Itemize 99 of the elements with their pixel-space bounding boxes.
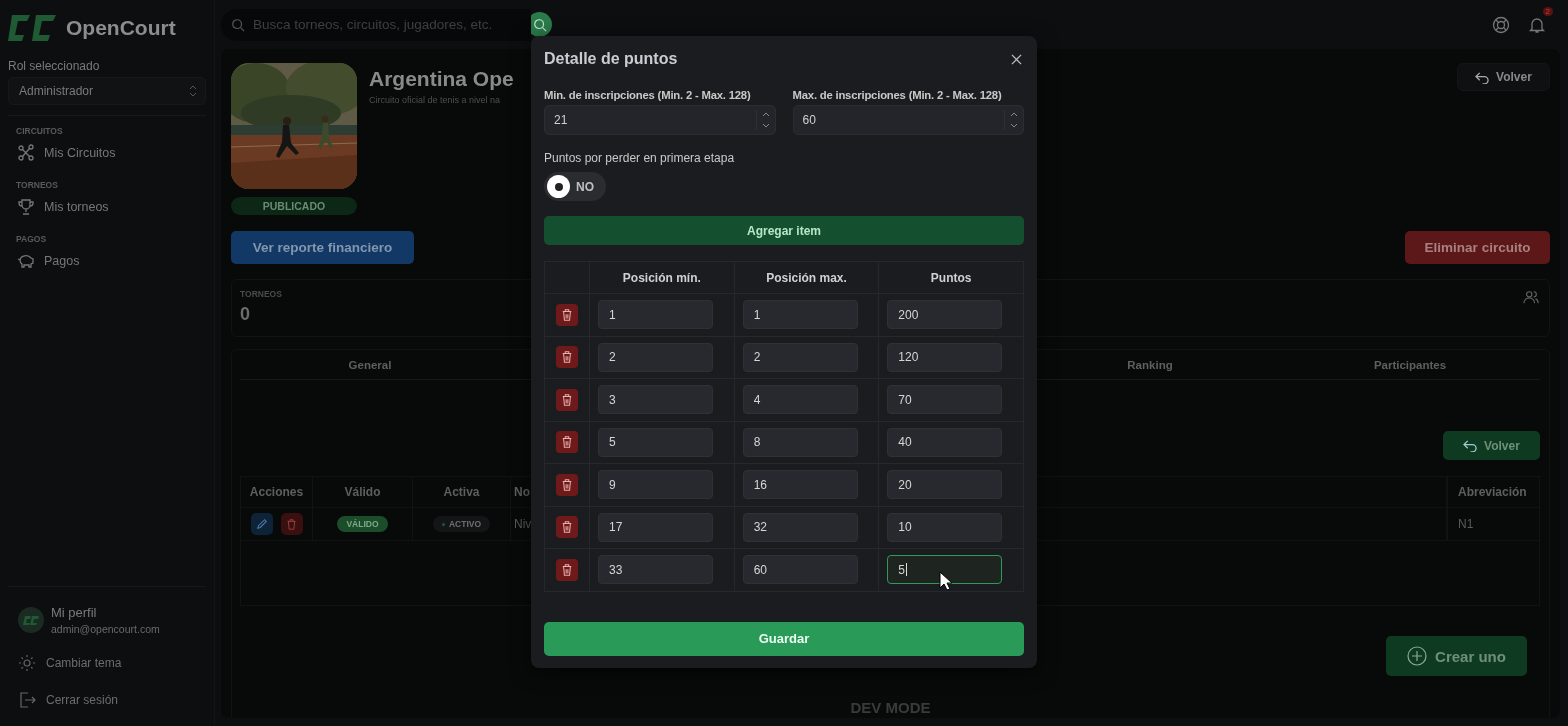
trash-icon [561, 308, 573, 321]
column-header: Posición max. [734, 262, 880, 293]
undo-icon [1475, 70, 1491, 84]
points-field[interactable]: 5 [887, 555, 1003, 585]
avatar-icon [18, 607, 44, 633]
notification-badge: 2 [1542, 6, 1553, 16]
points-field[interactable]: 10 [887, 512, 1003, 542]
nodes-icon [17, 144, 35, 162]
profile-email: admin@opencourt.com [51, 623, 160, 635]
bell-icon[interactable] [1528, 15, 1546, 34]
section-heading: TORNEOS [15, 180, 59, 190]
column-header: Posición mín. [590, 262, 735, 293]
field-label: Min. de inscripciones (Min. 2 - Max. 128) [544, 89, 752, 101]
spinner-icon[interactable] [1004, 110, 1018, 130]
points-field[interactable]: 20 [887, 470, 1003, 500]
position-max-field[interactable]: 1 [742, 300, 858, 330]
trash-icon [561, 563, 573, 576]
delete-button[interactable] [556, 473, 578, 496]
piggy-bank-icon [17, 252, 35, 270]
delete-button[interactable] [556, 558, 578, 581]
users-icon [1523, 289, 1539, 305]
trash-icon [286, 518, 297, 530]
position-min-field[interactable]: 1 [598, 300, 713, 330]
points-field[interactable]: 200 [887, 300, 1003, 330]
position-max-field[interactable]: 16 [742, 470, 858, 500]
delete-circuit-button[interactable]: Eliminar circuito [1405, 231, 1550, 264]
back-button[interactable]: Volver [1457, 63, 1550, 91]
position-min-field[interactable]: 17 [598, 512, 713, 542]
report-button[interactable]: Ver reporte financiero [231, 231, 414, 264]
active-badge: ACTIVO [432, 516, 491, 532]
search-icon [532, 17, 547, 32]
close-icon[interactable] [1011, 53, 1022, 65]
min-entries-field[interactable]: 21 [544, 105, 776, 135]
position-max-field[interactable]: 2 [742, 342, 858, 372]
role-label: Rol seleccionado [8, 59, 101, 73]
trash-icon [561, 351, 573, 364]
sun-icon [18, 654, 36, 672]
column-header: Válido [313, 477, 413, 507]
nav-item[interactable]: Pagos [8, 244, 206, 286]
help-icon[interactable] [1492, 15, 1510, 34]
position-max-field[interactable]: 32 [742, 512, 858, 542]
field-label: Puntos por perder en primera etapa [544, 151, 736, 165]
column-header: Activa [413, 477, 511, 507]
trash-icon [561, 521, 573, 534]
delete-button[interactable] [556, 516, 578, 539]
position-min-field[interactable]: 2 [598, 342, 713, 372]
pencil-icon [255, 518, 268, 530]
points-field[interactable]: 40 [887, 427, 1003, 457]
delete-button[interactable] [556, 388, 578, 411]
section-heading: CIRCUITOS [15, 126, 64, 136]
toggle-switch[interactable]: NO [544, 172, 606, 201]
chevron-icon [189, 85, 197, 97]
logo-icon [8, 13, 58, 43]
table-cell: N1 [1447, 508, 1539, 540]
column-header: Puntos [929, 269, 973, 287]
plus-circle-icon [1407, 646, 1428, 666]
add-item-button[interactable]: Agregar item [544, 216, 1024, 245]
logout-icon [18, 691, 36, 709]
position-max-field[interactable]: 8 [742, 427, 858, 457]
brand-name: OpenCourt [66, 16, 176, 40]
position-min-field[interactable]: 3 [598, 385, 713, 415]
role-select[interactable]: Administrador [8, 77, 206, 105]
position-max-field[interactable]: 60 [742, 555, 858, 585]
create-button[interactable]: Crear uno [1386, 636, 1527, 676]
back-button[interactable]: Volver [1443, 431, 1540, 460]
profile-name[interactable]: Mi perfil [51, 605, 160, 620]
delete-button[interactable] [556, 431, 578, 454]
edit-button[interactable] [250, 513, 273, 535]
pointer-icon [939, 571, 954, 591]
points-field[interactable]: 70 [887, 385, 1003, 415]
circuit-title: Argentina Ope [369, 67, 515, 91]
undo-icon [1463, 439, 1479, 452]
max-entries-field[interactable]: 60 [792, 105, 1024, 135]
spinner-icon[interactable] [755, 110, 770, 130]
nav-item[interactable]: Mis Circuitos [8, 136, 206, 178]
position-max-field[interactable]: 4 [742, 385, 858, 415]
position-min-field[interactable]: 5 [598, 427, 713, 457]
delete-button[interactable] [556, 303, 578, 326]
trophy-icon [17, 198, 35, 216]
column-header: Abreviación [1447, 477, 1539, 507]
trash-icon [561, 393, 573, 406]
nav-item[interactable]: Mis torneos [8, 190, 206, 232]
points-field[interactable]: 120 [887, 342, 1003, 372]
delete-button[interactable] [556, 346, 578, 369]
stat-label: TORNEOS [240, 289, 282, 299]
footer-item[interactable]: Cambiar tema [18, 654, 206, 672]
position-min-field[interactable]: 9 [598, 470, 713, 500]
dialog-title: Detalle de puntos [544, 50, 678, 68]
footer-item[interactable]: Cerrar sesión [18, 691, 206, 709]
valid-badge: VÁLIDO [337, 516, 388, 532]
section-heading: PAGOS [15, 234, 48, 244]
column-header: Acciones [241, 477, 313, 507]
trash-icon [561, 478, 573, 491]
status-badge: PUBLICADO [231, 197, 357, 215]
position-min-field[interactable]: 33 [598, 555, 713, 585]
field-label: Max. de inscripciones (Min. 2 - Max. 128) [792, 89, 1003, 101]
stat-value: 0 [240, 304, 251, 325]
trash-icon [561, 436, 573, 449]
search-icon [231, 17, 245, 32]
